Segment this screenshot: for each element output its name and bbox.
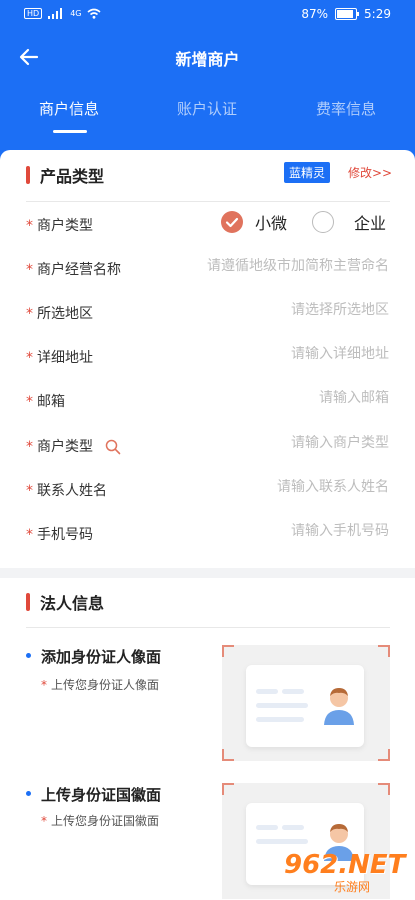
bullet <box>26 653 31 658</box>
merchant-category-label: * 商户类型 <box>26 436 121 456</box>
address-row: * 详细地址 <box>0 342 415 372</box>
contact-name-row: * 联系人姓名 <box>0 475 415 505</box>
divider <box>26 201 390 202</box>
phone-label: * 手机号码 <box>26 527 93 543</box>
check-icon <box>225 217 239 228</box>
watermark-sub: 乐游网 <box>334 880 371 894</box>
id-line <box>282 825 304 830</box>
frame-corner <box>222 783 234 795</box>
hd-badge: HD <box>24 8 43 19</box>
frame-corner <box>222 645 234 657</box>
watermark-logo: 962.NET 乐游网 <box>278 850 408 894</box>
upload-portrait-title: 添加身份证人像面 <box>41 648 162 666</box>
status-bar: HD 4G 87% 5:29 <box>0 0 415 30</box>
section-marker <box>26 166 30 184</box>
radio-label-enterprise: 企业 <box>354 214 387 233</box>
id-card-portrait-illustration <box>246 665 364 747</box>
frame-corner <box>378 645 390 657</box>
radio-label-small: 小微 <box>255 214 288 233</box>
battery-icon <box>335 8 360 20</box>
page-title: 新增商户 <box>175 50 240 69</box>
clock: 5:29 <box>364 7 391 21</box>
signal-icon <box>48 8 63 19</box>
watermark-text: 962.NET <box>284 850 406 880</box>
address-input[interactable] <box>179 346 389 362</box>
id-line <box>256 689 278 694</box>
legal-section-label: 法人信息 <box>40 594 105 613</box>
email-input[interactable] <box>179 390 389 406</box>
business-name-input[interactable] <box>179 258 389 274</box>
business-name-row: * 商户经营名称 <box>0 254 415 284</box>
id-line <box>256 839 308 844</box>
contact-name-input[interactable] <box>179 479 389 495</box>
upload-portrait-hint: * 上传您身份证人像面 <box>41 678 160 692</box>
product-section-label: 产品类型 <box>40 167 105 186</box>
address-label: * 详细地址 <box>26 350 93 366</box>
region-select[interactable] <box>179 302 389 318</box>
person-icon <box>324 688 354 725</box>
frame-corner <box>378 783 390 795</box>
frame-corner <box>378 749 390 761</box>
email-label: * 邮箱 <box>26 394 65 410</box>
divider <box>26 627 390 628</box>
merchant-category-row: * 商户类型 <box>0 431 415 461</box>
section-marker <box>26 593 30 611</box>
battery-percent: 87% <box>301 7 329 21</box>
contact-name-label: * 联系人姓名 <box>26 483 107 499</box>
bullet <box>26 791 31 796</box>
merchant-type-row: * 商户类型 小微 企业 <box>0 210 415 240</box>
product-section-title: 产品类型 <box>26 163 104 187</box>
id-line <box>256 703 308 708</box>
id-line <box>282 689 304 694</box>
region-label: * 所选地区 <box>26 306 93 322</box>
tab-indicator <box>53 130 87 133</box>
radio-enterprise[interactable]: 企业 <box>312 210 386 234</box>
phone-input[interactable] <box>179 523 389 539</box>
tab-rate-info[interactable]: 费率信息 <box>277 98 415 119</box>
tab-account-auth[interactable]: 账户认证 <box>138 98 276 119</box>
wifi-icon <box>87 8 101 19</box>
product-tag: 蓝精灵 <box>284 162 331 183</box>
tab-merchant-info[interactable]: 商户信息 <box>0 98 138 119</box>
frame-corner <box>222 749 234 761</box>
upload-emblem-title: 上传身份证国徽面 <box>41 786 162 804</box>
legal-section-title: 法人信息 <box>26 590 104 614</box>
search-icon[interactable] <box>105 439 121 455</box>
radio-checked <box>221 211 243 233</box>
business-name-label: * 商户经营名称 <box>26 262 121 278</box>
upload-portrait-box[interactable] <box>222 645 390 761</box>
id-line <box>256 825 278 830</box>
network-type: 4G <box>70 9 82 18</box>
merchant-type-label: * 商户类型 <box>26 218 93 234</box>
email-row: * 邮箱 <box>0 386 415 416</box>
modify-link[interactable]: 修改>> <box>348 164 392 181</box>
radio-small-micro[interactable]: 小微 <box>221 210 287 234</box>
upload-emblem-hint: * 上传您身份证国徽面 <box>41 814 160 828</box>
phone-row: * 手机号码 <box>0 519 415 549</box>
merchant-category-input[interactable] <box>179 435 389 451</box>
id-line <box>256 717 304 722</box>
radio-unchecked <box>312 211 334 233</box>
region-row: * 所选地区 <box>0 298 415 328</box>
